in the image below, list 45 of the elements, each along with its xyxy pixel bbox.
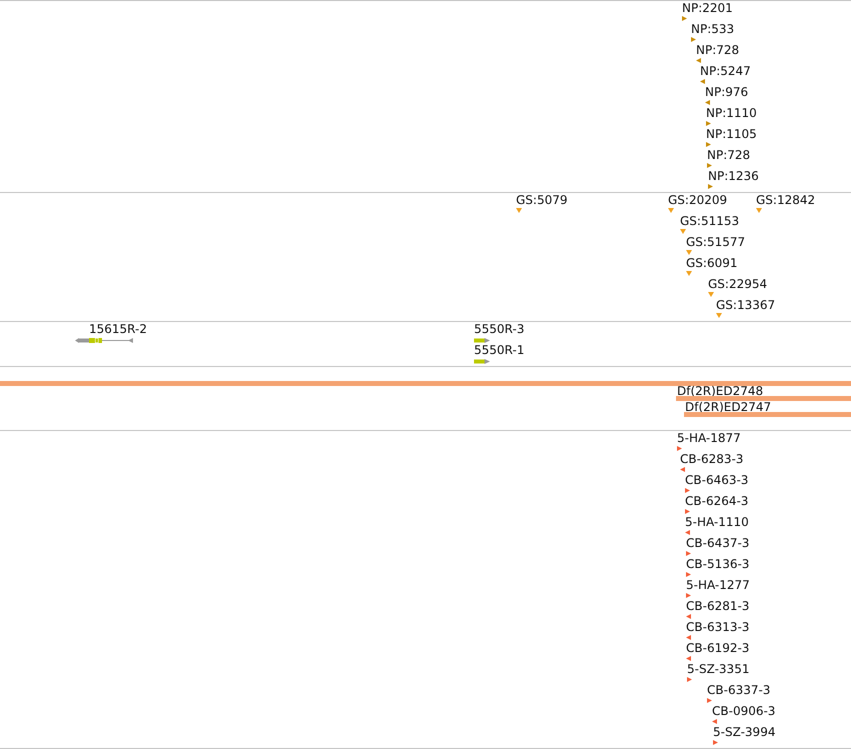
feature-label: CB-6192-3 xyxy=(686,642,750,655)
feature-label: 5-SZ-3351 xyxy=(687,663,750,676)
feature-label: 5-SZ-3994 xyxy=(713,726,776,739)
feature-label: NP:1236 xyxy=(708,170,759,183)
feature-label: CB-6264-3 xyxy=(685,495,748,508)
feature-label: Df(2R)ED2747 xyxy=(685,402,772,412)
down-triangle-icon xyxy=(668,208,674,213)
feature-label: CB-6281-3 xyxy=(686,600,750,613)
down-triangle-icon xyxy=(686,250,692,255)
feature-label: NP:976 xyxy=(705,86,748,99)
feature-label: GS:5079 xyxy=(516,194,568,207)
down-triangle-icon xyxy=(716,313,722,318)
down-triangle-icon xyxy=(686,271,692,276)
feature-label: CB-6313-3 xyxy=(686,621,750,634)
feature-label: GS:13367 xyxy=(716,299,776,312)
feature-label: 5-HA-1877 xyxy=(677,432,741,445)
feature-label: NP:2201 xyxy=(682,2,733,15)
feature-label: GS:6091 xyxy=(686,257,738,270)
down-triangle-icon xyxy=(680,229,686,234)
feature-label: CB-6337-3 xyxy=(707,684,770,697)
down-triangle-icon xyxy=(708,292,714,297)
feature-label: GS:12842 xyxy=(756,194,816,207)
feature-label: Df(2R)ED2748 xyxy=(677,386,764,396)
feature-label: NP:1105 xyxy=(706,128,757,141)
down-triangle-icon xyxy=(756,208,762,213)
feature-label: 5550R-1 xyxy=(474,344,524,357)
feature-label: 5550R-3 xyxy=(474,323,524,336)
feature-label: NP:728 xyxy=(696,44,740,57)
feature-label: CB-5136-3 xyxy=(686,558,750,571)
feature-label: CB-6437-3 xyxy=(686,537,750,550)
feature-label: CB-0906-3 xyxy=(712,705,776,718)
feature-label: NP:533 xyxy=(691,23,734,36)
feature-label: NP:5247 xyxy=(700,65,751,78)
feature-label: NP:728 xyxy=(707,149,750,162)
feature-label: NP:1110 xyxy=(706,107,757,120)
feature-label: GS:20209 xyxy=(668,194,728,207)
feature-label: GS:22954 xyxy=(708,278,768,291)
down-triangle-icon xyxy=(516,208,522,213)
feature-label: 5-HA-1110 xyxy=(685,516,749,529)
feature-label: 15615R-2 xyxy=(89,323,147,336)
feature-label: CB-6463-3 xyxy=(685,474,748,487)
feature-label: 5-HA-1277 xyxy=(686,579,750,592)
feature-label: GS:51577 xyxy=(686,236,746,249)
feature-label: GS:51153 xyxy=(680,215,740,228)
feature-label: CB-6283-3 xyxy=(680,453,744,466)
